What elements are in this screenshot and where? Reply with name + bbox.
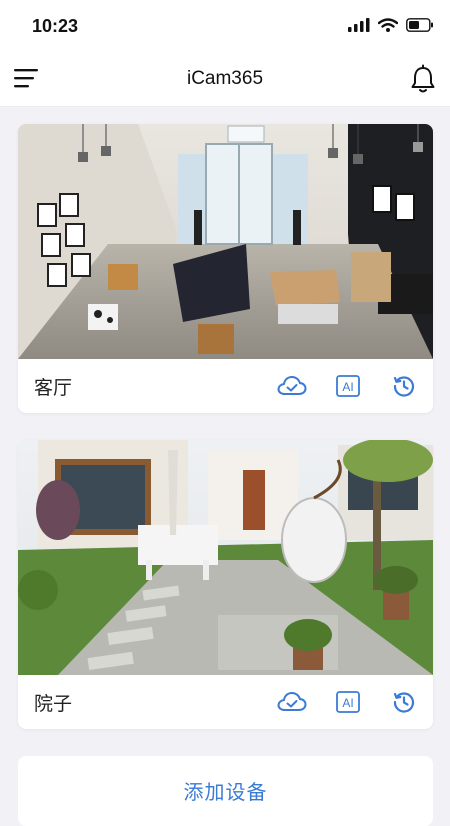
ai-icon: AI <box>336 375 360 397</box>
status-icons <box>348 18 434 32</box>
svg-text:AI: AI <box>342 696 353 710</box>
history-button[interactable] <box>389 372 419 400</box>
ai-button[interactable]: AI <box>333 372 363 400</box>
history-icon <box>393 376 415 397</box>
camera-card-footer: 客厅 AI <box>18 359 433 413</box>
camera-name: 客厅 <box>34 377 73 399</box>
app-title: iCam365 <box>186 68 264 89</box>
svg-text:AI: AI <box>342 380 353 394</box>
notifications-button[interactable] <box>410 64 438 94</box>
top-navigation: iCam365 <box>0 54 450 107</box>
cloud-check-icon <box>277 692 307 711</box>
cloud-storage-button[interactable] <box>277 688 307 716</box>
add-device-button[interactable]: 添加设备 <box>18 756 433 826</box>
battery-icon <box>406 18 433 32</box>
camera-card-yard[interactable]: 院子 AI <box>18 440 433 729</box>
camera-card-living-room[interactable]: 客厅 AI <box>18 124 433 413</box>
add-device-label: 添加设备 <box>183 780 268 804</box>
signal-icon <box>348 18 370 32</box>
camera-preview-yard[interactable] <box>18 440 433 675</box>
status-bar: 10:23 <box>0 0 450 54</box>
camera-name: 院子 <box>34 693 73 715</box>
cloud-check-icon <box>277 376 307 395</box>
history-button[interactable] <box>389 688 419 716</box>
camera-preview-living-room[interactable] <box>18 124 433 359</box>
camera-actions: AI <box>277 372 419 400</box>
camera-actions: AI <box>277 688 419 716</box>
wifi-icon <box>378 18 398 32</box>
bell-icon <box>411 64 435 93</box>
history-icon <box>393 692 415 713</box>
cloud-storage-button[interactable] <box>277 372 307 400</box>
camera-card-footer: 院子 AI <box>18 675 433 729</box>
ai-icon: AI <box>336 691 360 713</box>
ai-button[interactable]: AI <box>333 688 363 716</box>
status-time: 10:23 <box>32 16 79 36</box>
